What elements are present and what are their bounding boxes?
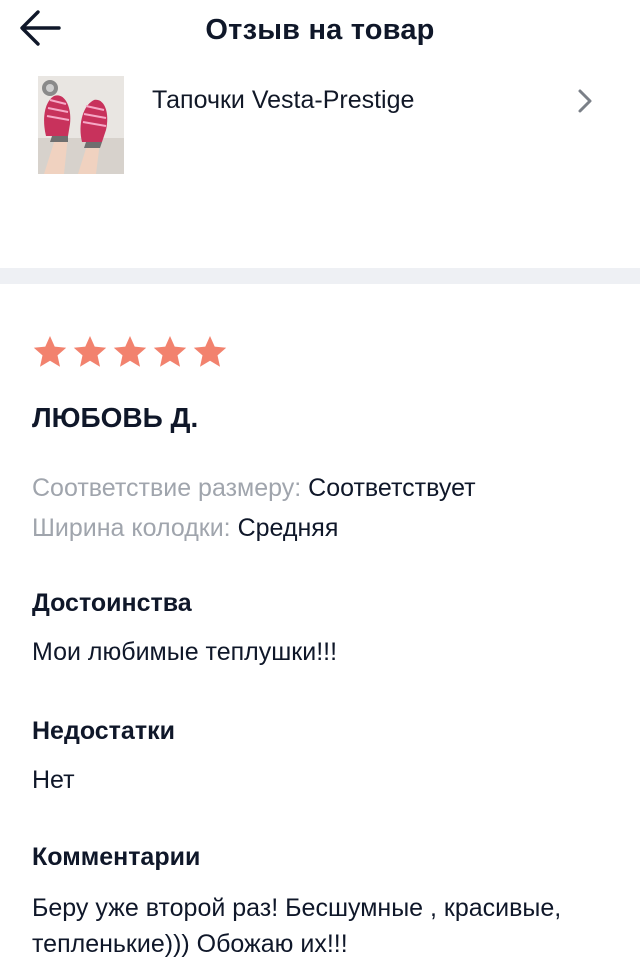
product-thumbnail[interactable] <box>38 76 124 174</box>
star-icon <box>33 336 67 367</box>
comments-heading: Комментарии <box>32 843 201 871</box>
size-fit-label: Соответствие размеру: <box>32 474 302 502</box>
size-fit-value: Соответствует <box>308 474 476 502</box>
product-link[interactable]: Тапочки Vesta-Prestige <box>0 70 640 180</box>
pros-heading: Достоинства <box>32 589 192 617</box>
size-fit-attribute: Соответствие размеру: Соответствует <box>32 468 622 508</box>
star-icon <box>73 336 107 367</box>
last-width-attribute: Ширина колодки: Средняя <box>32 508 622 548</box>
comments-text: Беру уже второй раз! Бесшумные , красивы… <box>32 894 562 958</box>
star-icon <box>193 336 227 367</box>
review-card: ЛЮБОВЬ Д. Соответствие размеру: Соответс… <box>32 334 622 962</box>
last-width-value: Средняя <box>237 514 339 542</box>
page-title: Отзыв на товар <box>205 14 435 46</box>
rating-stars <box>32 334 622 370</box>
star-icon <box>153 336 187 367</box>
section-divider <box>0 268 640 284</box>
product-name[interactable]: Тапочки Vesta-Prestige <box>152 86 414 115</box>
review-author: ЛЮБОВЬ Д. <box>32 402 199 433</box>
last-width-label: Ширина колодки: <box>32 514 231 542</box>
cons-text: Нет <box>32 766 75 794</box>
pros-text: Мои любимые теплушки!!! <box>32 638 338 666</box>
cons-heading: Недостатки <box>32 717 175 745</box>
star-icon <box>113 336 147 367</box>
top-bar: Отзыв на товар <box>0 0 640 64</box>
chevron-right-icon[interactable] <box>572 88 598 114</box>
